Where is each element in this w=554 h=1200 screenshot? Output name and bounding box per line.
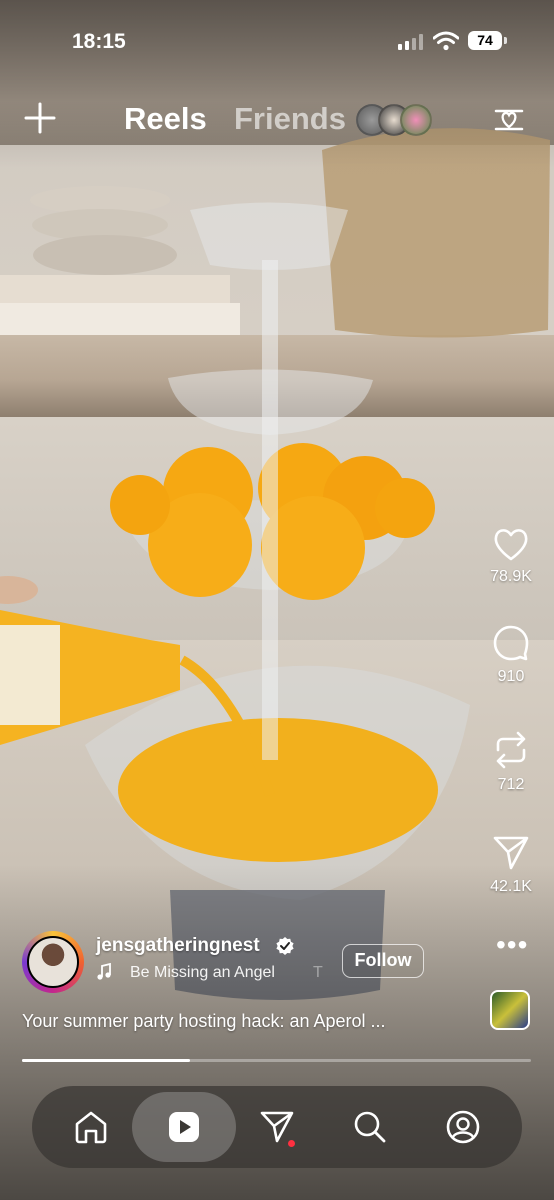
- video-progress-fill: [22, 1059, 190, 1062]
- battery-indicator: 74: [468, 31, 502, 50]
- verified-badge-icon: [276, 937, 294, 955]
- like-button[interactable]: 78.9K: [478, 526, 544, 586]
- comment-icon: [493, 625, 529, 661]
- like-count: 78.9K: [490, 568, 532, 585]
- comment-button[interactable]: 910: [478, 624, 544, 686]
- status-time: 18:15: [72, 30, 126, 53]
- avatar: [27, 936, 79, 988]
- tab-friends[interactable]: Friends: [234, 101, 346, 137]
- heart-icon: [494, 529, 528, 561]
- send-icon: [493, 836, 529, 870]
- nav-reels[interactable]: [135, 1086, 233, 1168]
- nav-direct[interactable]: [228, 1086, 326, 1168]
- tab-reels[interactable]: Reels: [124, 101, 207, 137]
- share-count: 42.1K: [490, 878, 532, 895]
- video-progress-bar[interactable]: [22, 1059, 531, 1062]
- follow-button[interactable]: Follow: [342, 944, 424, 978]
- search-icon: [354, 1111, 386, 1143]
- repost-icon: [496, 731, 526, 769]
- more-options-icon[interactable]: •••: [496, 931, 528, 959]
- creator-avatar[interactable]: [22, 931, 84, 993]
- song-title[interactable]: Be Missing an Angel: [130, 964, 275, 982]
- repost-button[interactable]: 712: [478, 730, 544, 794]
- repost-count: 712: [497, 776, 525, 793]
- song-title-overflow: T: [313, 964, 323, 981]
- music-note-icon: [97, 963, 111, 980]
- reels-icon: [169, 1112, 199, 1142]
- creator-username[interactable]: jensgatheringnest: [96, 935, 260, 957]
- comment-count: 910: [497, 668, 525, 685]
- notification-dot: [288, 1140, 295, 1147]
- heart-filter-icon[interactable]: [490, 101, 528, 139]
- bottom-nav: [32, 1086, 522, 1168]
- friend-avatar: [400, 104, 432, 136]
- nav-home[interactable]: [42, 1086, 140, 1168]
- audio-thumbnail[interactable]: [490, 990, 530, 1030]
- battery-tip: [504, 37, 507, 44]
- nav-profile[interactable]: [414, 1086, 512, 1168]
- share-button[interactable]: 42.1K: [478, 834, 544, 896]
- wifi-icon: [433, 31, 459, 51]
- friends-avatars[interactable]: [356, 104, 432, 136]
- nav-search[interactable]: [321, 1086, 419, 1168]
- home-icon: [75, 1111, 107, 1144]
- create-plus-icon[interactable]: [22, 100, 58, 136]
- profile-icon: [446, 1110, 480, 1144]
- cellular-signal-icon: [398, 34, 423, 50]
- status-bar: 18:15 74: [0, 0, 554, 80]
- reel-caption[interactable]: Your summer party hosting hack: an Apero…: [22, 1011, 386, 1032]
